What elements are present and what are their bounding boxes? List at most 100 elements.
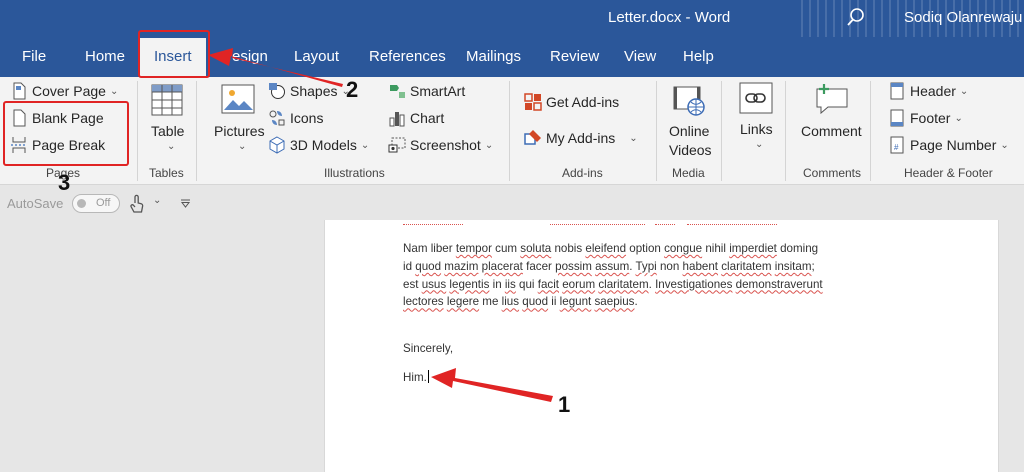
comment-icon bbox=[816, 84, 848, 115]
misspelled-word: saepius bbox=[594, 295, 635, 309]
misspelled-word: iis bbox=[504, 277, 516, 291]
icons-button[interactable]: Icons bbox=[268, 109, 323, 127]
3d-models-button[interactable]: 3D Models ⌄ bbox=[268, 136, 369, 154]
pictures-button[interactable]: Pictures bbox=[214, 123, 265, 139]
header-icon bbox=[890, 82, 904, 100]
chevron-down-icon: ⌄ bbox=[167, 141, 176, 152]
cover-page-button[interactable]: Cover Page ⌄ bbox=[10, 82, 118, 100]
page-number-button[interactable]: # Page Number ⌄ bbox=[888, 136, 1009, 154]
misspelled-word: facit bbox=[537, 277, 559, 291]
tab-review[interactable]: Review bbox=[550, 48, 599, 65]
text-run: ii bbox=[548, 295, 560, 309]
chevron-down-icon: ⌄ bbox=[360, 139, 370, 151]
screenshot-label: Screenshot bbox=[410, 137, 481, 153]
bar-chart-icon bbox=[389, 112, 405, 127]
group-separator bbox=[721, 81, 722, 181]
tab-design[interactable]: esign bbox=[232, 48, 268, 65]
misspelled-word: possim bbox=[555, 259, 592, 273]
illustrations-group-label: Illustrations bbox=[324, 166, 385, 180]
misspelled-word: lectores bbox=[403, 295, 444, 309]
header-button[interactable]: Header ⌄ bbox=[888, 82, 968, 100]
misspelled-word: legere bbox=[446, 295, 480, 309]
chevron-down-icon: ⌄ bbox=[1000, 139, 1009, 151]
smartart-label: SmartArt bbox=[410, 83, 466, 99]
smartart-button[interactable]: SmartArt bbox=[388, 82, 465, 100]
my-addins-button[interactable]: My Add-ins ⌄ bbox=[524, 129, 638, 147]
tab-insert[interactable]: Insert bbox=[140, 38, 206, 77]
misspelled-word: claritatem bbox=[598, 277, 649, 291]
text-run: . bbox=[634, 295, 638, 309]
cover-page-icon bbox=[13, 82, 26, 100]
link-icon bbox=[739, 82, 773, 114]
spell-squiggle bbox=[403, 220, 463, 225]
smartart-icon bbox=[390, 85, 405, 98]
misspelled-word: tempor bbox=[455, 242, 492, 255]
misspelled-word: legunt bbox=[559, 295, 592, 309]
text-run: nihil bbox=[702, 242, 730, 255]
blank-page-button[interactable]: Blank Page bbox=[10, 109, 104, 127]
get-addins-button[interactable]: Get Add-ins bbox=[524, 93, 619, 111]
tab-mailings[interactable]: Mailings bbox=[466, 48, 521, 65]
tab-layout[interactable]: Layout bbox=[294, 48, 339, 65]
table-button[interactable]: Table bbox=[151, 123, 184, 139]
touch-mode-icon[interactable] bbox=[129, 194, 145, 214]
page-number-icon: # bbox=[890, 136, 904, 154]
body-paragraph[interactable]: Nam liber tempor cum soluta nobis eleife… bbox=[403, 240, 823, 311]
closing-line[interactable]: Sincerely, bbox=[403, 342, 453, 355]
quick-access-toolbar: AutoSave Off ⌄ bbox=[0, 186, 1024, 220]
chevron-down-icon[interactable]: ⌄ bbox=[153, 195, 161, 206]
misspelled-word: legentis bbox=[449, 277, 490, 291]
chevron-down-icon: ⌄ bbox=[954, 112, 963, 124]
page-break-label: Page Break bbox=[32, 137, 106, 153]
account-name[interactable]: Sodiq Olanrewaju bbox=[904, 9, 1022, 26]
search-icon[interactable] bbox=[845, 6, 867, 28]
my-addins-icon bbox=[524, 130, 541, 145]
shapes-button[interactable]: Shapes ⌄ bbox=[268, 82, 350, 100]
links-button[interactable]: Links bbox=[740, 121, 773, 137]
text-run: nobis bbox=[551, 242, 586, 255]
chart-button[interactable]: Chart bbox=[388, 109, 444, 127]
misspelled-word: demonstraverunt bbox=[735, 277, 823, 291]
tab-view[interactable]: View bbox=[624, 48, 656, 65]
screenshot-button[interactable]: Screenshot ⌄ bbox=[388, 136, 493, 154]
misspelled-word: insitam bbox=[774, 259, 812, 273]
document-canvas: Nam liber tempor cum soluta nobis eleife… bbox=[0, 220, 1024, 472]
footer-button[interactable]: Footer ⌄ bbox=[888, 109, 963, 127]
text-run: in bbox=[489, 277, 505, 291]
misspelled-word: eorum bbox=[562, 277, 596, 291]
screenshot-icon bbox=[388, 137, 406, 153]
customize-toolbar-icon[interactable] bbox=[180, 199, 191, 208]
group-separator bbox=[509, 81, 510, 181]
cube-icon bbox=[269, 136, 285, 154]
online-videos-label-1[interactable]: Online bbox=[669, 123, 709, 139]
signature-text: Him. bbox=[403, 371, 427, 384]
footer-label: Footer bbox=[910, 110, 951, 126]
text-run: qui bbox=[515, 277, 538, 291]
chart-label: Chart bbox=[410, 110, 445, 126]
comment-button[interactable]: Comment bbox=[801, 123, 862, 139]
tab-help[interactable]: Help bbox=[683, 48, 714, 65]
autosave-toggle[interactable]: Off bbox=[72, 194, 120, 213]
tab-file[interactable]: File bbox=[22, 48, 46, 65]
spell-squiggle bbox=[550, 220, 645, 225]
misspelled-word: mazim bbox=[444, 259, 479, 273]
store-icon bbox=[524, 93, 542, 111]
my-addins-label: My Add-ins bbox=[546, 130, 616, 146]
group-separator bbox=[785, 81, 786, 181]
text-run: Nam liber bbox=[403, 242, 456, 255]
text-run: option bbox=[626, 242, 665, 255]
online-videos-label-2[interactable]: Videos bbox=[669, 142, 712, 158]
comments-group-label: Comments bbox=[803, 166, 862, 180]
signature-line[interactable]: Him. bbox=[403, 370, 429, 384]
3d-models-label: 3D Models bbox=[290, 137, 357, 153]
annotation-number-3: 3 bbox=[58, 170, 71, 195]
tab-home[interactable]: Home bbox=[85, 48, 125, 65]
text-run: me bbox=[479, 295, 502, 309]
chevron-down-icon: ⌄ bbox=[238, 141, 247, 152]
document-page[interactable]: Nam liber tempor cum soluta nobis eleife… bbox=[324, 220, 999, 472]
chevron-down-icon: ⌄ bbox=[755, 139, 764, 150]
page-break-button[interactable]: Page Break bbox=[10, 136, 105, 154]
header-footer-group-label: Header & Footer bbox=[904, 166, 993, 180]
tab-references[interactable]: References bbox=[369, 48, 446, 65]
media-group-label: Media bbox=[672, 166, 705, 180]
